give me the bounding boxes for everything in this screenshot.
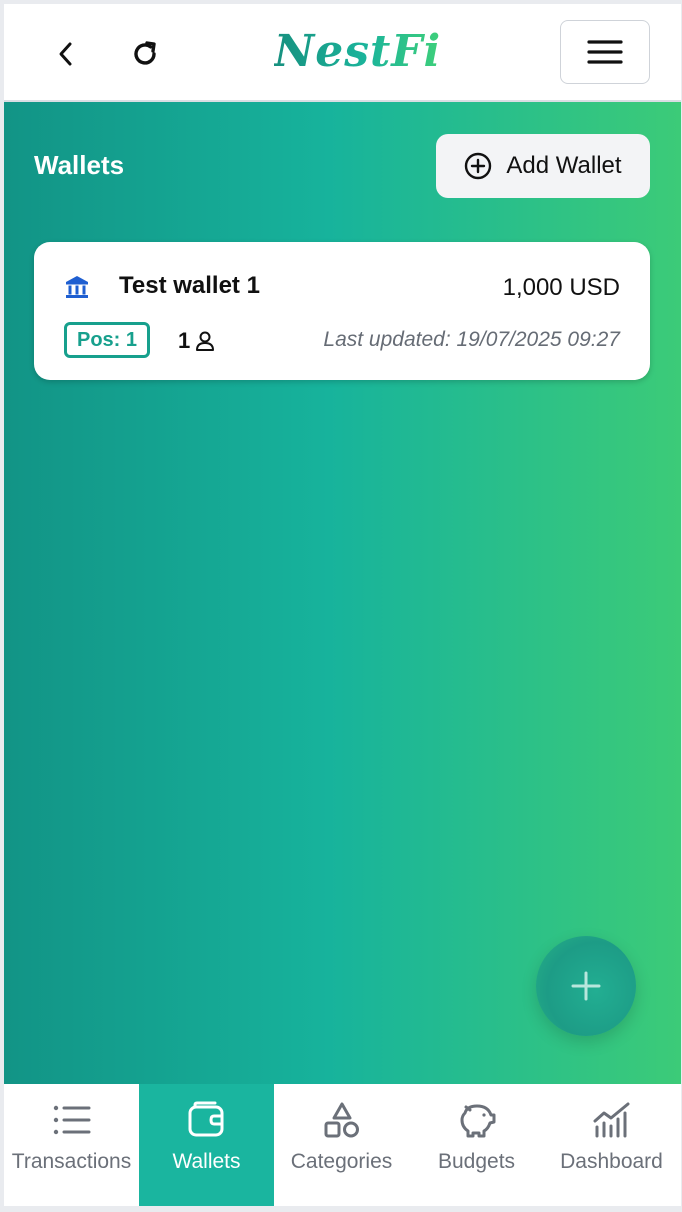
bottom-nav: Transactions Wallets Categories Budgets … [4,1084,681,1206]
wallets-page: Wallets Add Wallet Test wallet 1 1,000 U… [4,102,681,1084]
back-button[interactable] [46,34,86,74]
plus-icon [571,971,601,1001]
floating-add-button[interactable] [536,936,636,1036]
nav-item-budgets[interactable]: Budgets [409,1084,544,1206]
chevron-left-icon [59,42,72,66]
wallet-balance: 1,000 USD [502,274,620,301]
hamburger-menu-icon [587,40,623,64]
members-count: 1 [178,328,216,354]
nav-item-categories[interactable]: Categories [274,1084,409,1206]
nav-label-dashboard: Dashboard [560,1150,663,1173]
members-count-value: 1 [178,328,191,353]
wallet-icon [188,1101,223,1137]
list-icon [53,1105,90,1135]
nav-label-transactions: Transactions [11,1150,132,1173]
piggy-bank-icon [460,1104,495,1138]
reload-icon [134,41,156,65]
top-header: NestFi [4,4,681,102]
nav-label-wallets: Wallets [172,1150,241,1173]
wallet-card[interactable]: Test wallet 1 1,000 USD Pos: 1 1 Last up… [34,242,650,380]
reload-button[interactable] [125,34,165,74]
plus-circle-icon [465,152,492,180]
bank-icon [66,276,88,298]
add-wallet-label: Add Wallet [506,152,622,179]
brand-logo: NestFi [274,26,442,77]
last-updated: Last updated: 19/07/2025 09:27 [323,328,620,351]
nav-item-transactions[interactable]: Transactions [4,1084,139,1206]
menu-button[interactable] [560,20,650,84]
shapes-icon [324,1102,359,1138]
nav-item-wallets[interactable]: Wallets [139,1084,274,1206]
add-wallet-button[interactable]: Add Wallet [436,134,650,198]
chart-icon [593,1102,629,1138]
nav-label-budgets: Budgets [437,1150,516,1173]
nav-label-categories: Categories [290,1150,393,1173]
user-icon [196,331,215,351]
app-frame: NestFi Wallets Add Wallet Test wallet 1 … [4,4,681,1206]
wallet-name: Test wallet 1 [119,272,260,299]
nav-item-dashboard[interactable]: Dashboard [544,1084,679,1206]
page-title: Wallets [34,150,125,180]
position-badge: Pos: 1 [64,322,151,358]
